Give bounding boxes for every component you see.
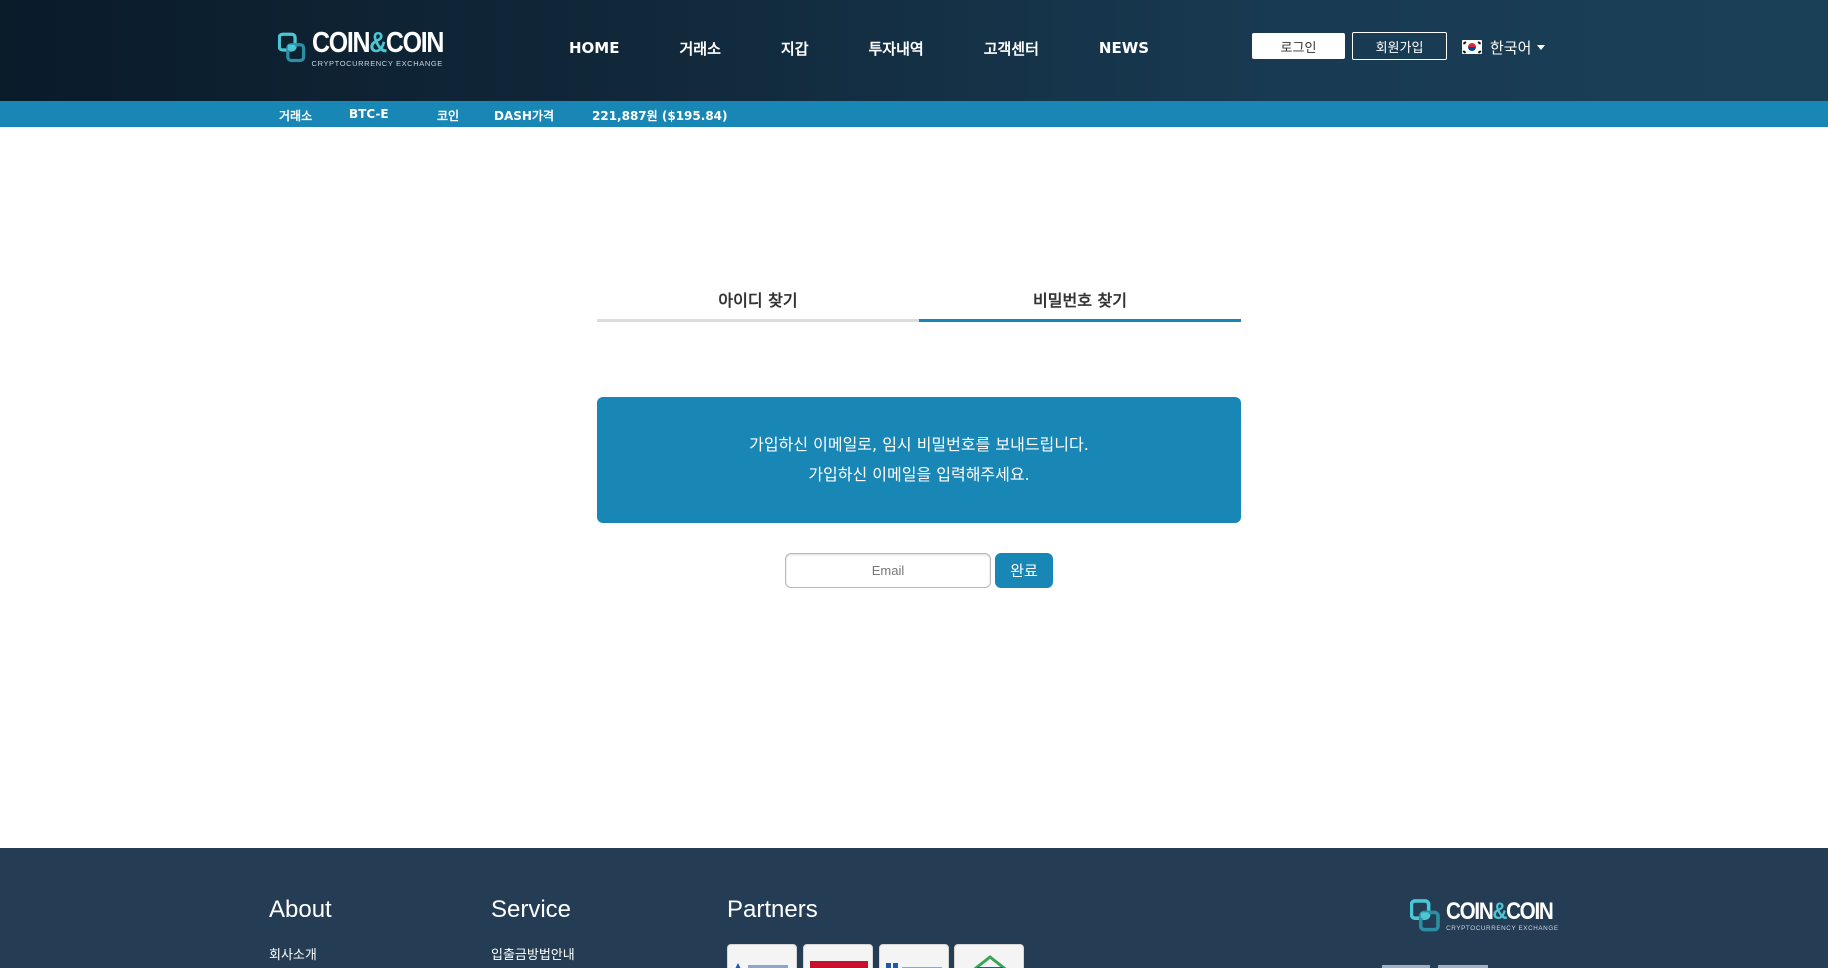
footer-logo[interactable]: COIN&COIN CRYPTOCURRENCY EXCHANGE xyxy=(1410,897,1570,935)
korea-flag-icon xyxy=(1462,40,1482,54)
footer-link-deposit-guide[interactable]: 입출금방법안내 xyxy=(491,944,575,963)
footer-partners-heading: Partners xyxy=(727,896,818,923)
nav-wallet[interactable]: 지갑 xyxy=(781,38,809,59)
language-label: 한국어 xyxy=(1490,38,1532,57)
language-selector[interactable]: 한국어 xyxy=(1462,37,1546,57)
logo-icon xyxy=(278,32,306,63)
nav-investments[interactable]: 투자내역 xyxy=(869,38,924,59)
ticker-price-label: DASH가격 xyxy=(494,109,555,123)
submit-button[interactable]: 완료 xyxy=(995,553,1053,588)
partner-logo-kcb[interactable] xyxy=(954,944,1024,968)
footer-service-heading: Service xyxy=(491,896,572,923)
footer-link-company[interactable]: 회사소개 xyxy=(269,944,317,963)
signup-button[interactable]: 회원가입 xyxy=(1352,32,1447,60)
footer-about-heading: About xyxy=(269,896,332,923)
tab-find-id[interactable]: 아이디 찾기 xyxy=(597,285,919,322)
login-button[interactable]: 로그인 xyxy=(1252,33,1345,59)
price-ticker: 거래소 BTC-E 코인 DASH가격 221,887원 ($195.84) xyxy=(0,101,1828,127)
info-line-2: 가입하신 이메일을 입력해주세요. xyxy=(808,465,1030,484)
site-footer: About 회사소개 Service 입출금방법안내 Partners COIN… xyxy=(0,848,1828,968)
tab-find-password[interactable]: 비밀번호 찾기 xyxy=(919,285,1241,322)
site-header: COIN&COIN CRYPTOCURRENCY EXCHANGE HOME 거… xyxy=(0,0,1828,101)
site-logo[interactable]: COIN&COIN CRYPTOCURRENCY EXCHANGE xyxy=(278,25,464,71)
footer-logo-icon xyxy=(1410,899,1440,932)
footer-logo-text: COIN&COIN CRYPTOCURRENCY EXCHANGE xyxy=(1446,898,1570,933)
main-nav: HOME 거래소 지갑 투자내역 고객센터 NEWS xyxy=(569,36,1149,60)
email-input[interactable] xyxy=(785,553,991,588)
nav-support[interactable]: 고객센터 xyxy=(984,38,1039,59)
footer-logo-tagline: CRYPTOCURRENCY EXCHANGE xyxy=(1446,925,1559,932)
ticker-coin-label: 코인 xyxy=(437,109,460,123)
footer-logo-name: COIN&COIN xyxy=(1446,898,1554,925)
logo-text: COIN&COIN CRYPTOCURRENCY EXCHANGE xyxy=(312,28,464,68)
partner-esdc-icon xyxy=(810,961,868,968)
caret-down-icon xyxy=(1537,44,1546,50)
partner-logo-ibk[interactable] xyxy=(727,944,797,968)
logo-name: COIN&COIN xyxy=(311,27,444,59)
nav-home[interactable]: HOME xyxy=(569,39,619,57)
nav-exchange[interactable]: 거래소 xyxy=(679,38,720,59)
partner-kcb-icon xyxy=(973,955,1007,968)
info-line-1: 가입하신 이메일로, 임시 비밀번호를 보내드립니다. xyxy=(749,435,1089,454)
partner-ibk-icon xyxy=(735,963,788,968)
ticker-exchange-label: 거래소 xyxy=(279,109,313,123)
find-account-tabs: 아이디 찾기 비밀번호 찾기 xyxy=(597,285,1241,322)
partner-bank-icon xyxy=(886,963,942,968)
partner-logo-bank[interactable] xyxy=(879,944,949,968)
nav-news[interactable]: NEWS xyxy=(1099,39,1149,57)
logo-tagline: CRYPTOCURRENCY EXCHANGE xyxy=(311,59,443,68)
info-message-box: 가입하신 이메일로, 임시 비밀번호를 보내드립니다. 가입하신 이메일을 입력… xyxy=(597,397,1241,523)
ticker-exchange-value: BTC-E xyxy=(349,107,389,121)
partner-logo-esdc[interactable] xyxy=(803,944,873,968)
footer-truncated-text xyxy=(1382,965,1488,968)
ticker-price-value: 221,887원 ($195.84) xyxy=(592,109,728,123)
